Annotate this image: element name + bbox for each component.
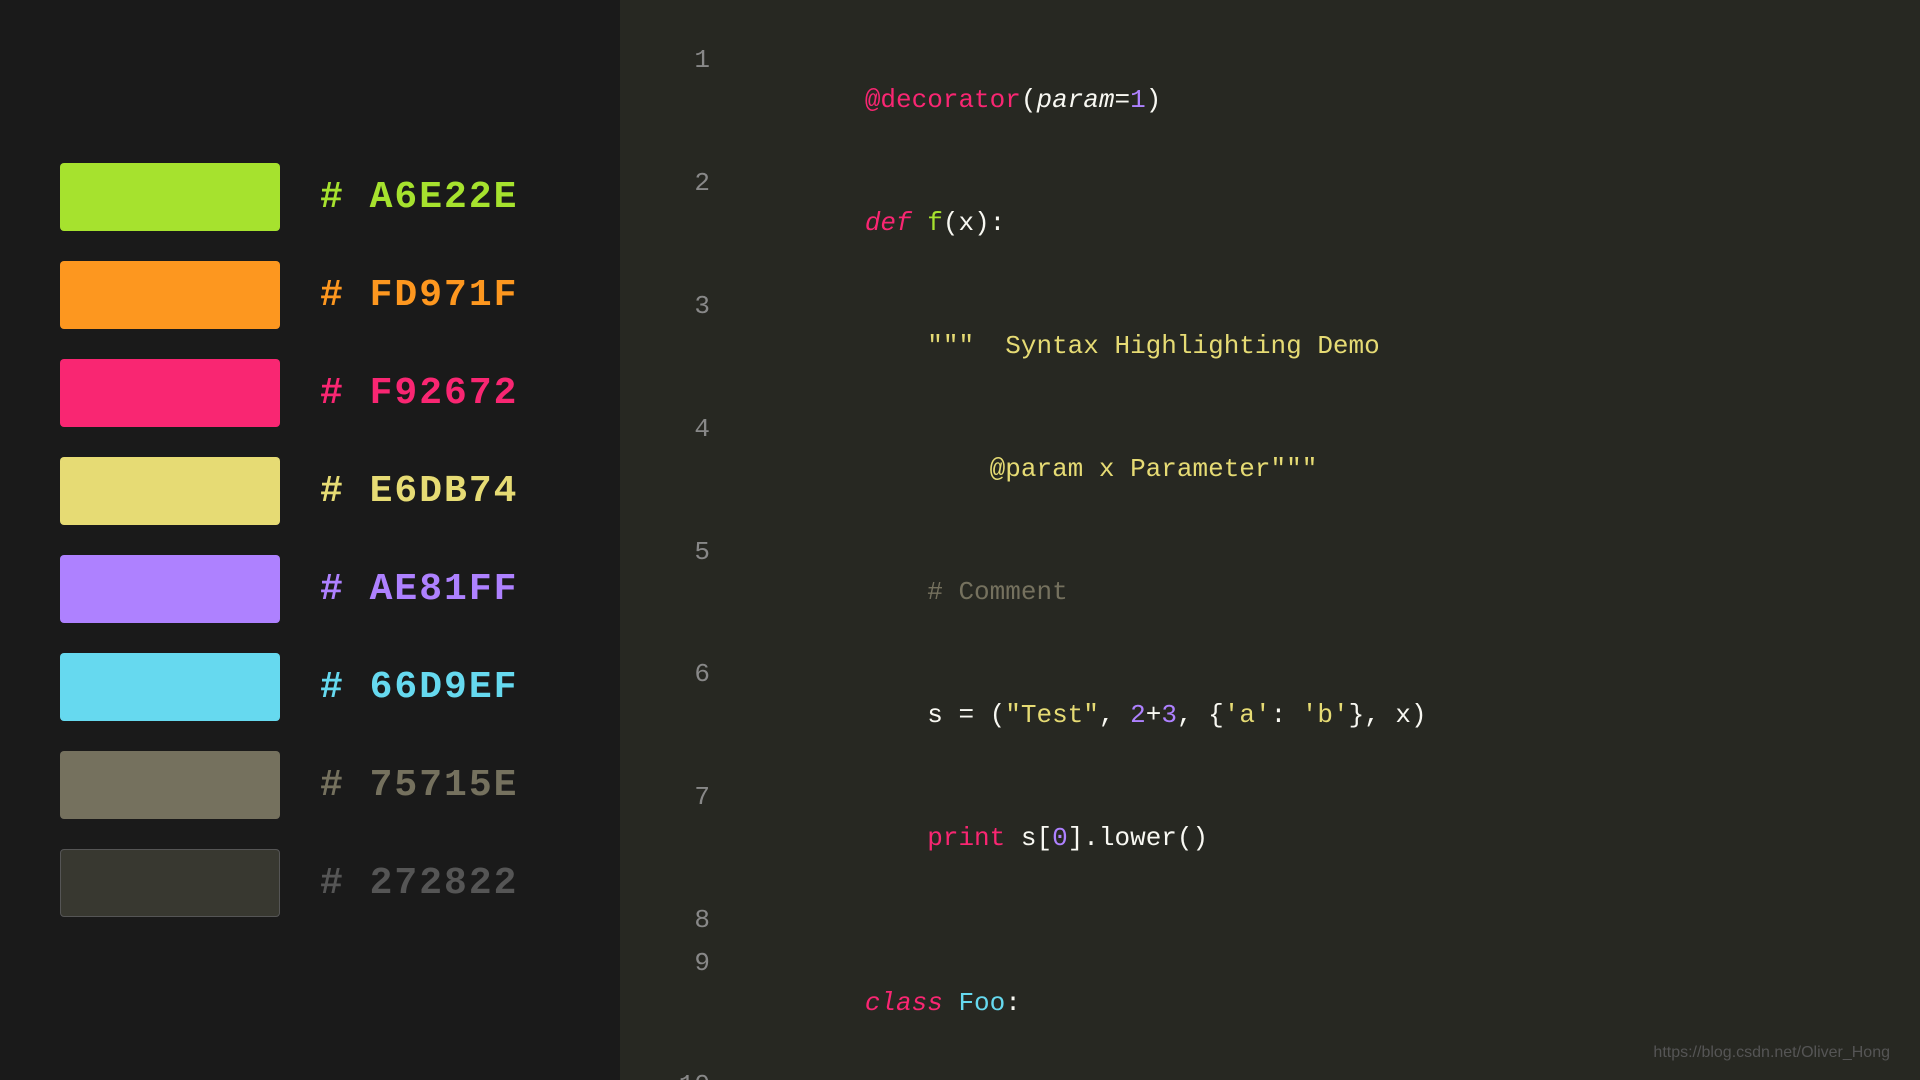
line-number-3: 3 (670, 286, 710, 326)
line-number-5: 5 (670, 532, 710, 572)
swatch-a6e22e (60, 163, 280, 231)
line-content-1: @decorator(param=1) (740, 40, 1161, 161)
line-number-6: 6 (670, 654, 710, 694)
line-number-9: 9 (670, 943, 710, 983)
code-line-6: 6 s = ("Test", 2+3, {'a': 'b'}, x) (670, 654, 1870, 775)
label-66d9ef: # 66D9EF (320, 666, 518, 709)
color-row-7: # 75715E (60, 751, 560, 819)
code-editor-panel: 1 @decorator(param=1) 2 def f(x): 3 """ … (620, 0, 1920, 1080)
line-content-5: # Comment (740, 532, 1068, 653)
line-content-7: print s[0].lower() (740, 777, 1208, 898)
label-a6e22e: # A6E22E (320, 176, 518, 219)
label-fd971f: # FD971F (320, 274, 518, 317)
swatch-e6db74 (60, 457, 280, 525)
swatch-f92672 (60, 359, 280, 427)
line-content-3: """ Syntax Highlighting Demo (740, 286, 1380, 407)
label-75715e: # 75715E (320, 764, 518, 807)
code-line-7: 7 print s[0].lower() (670, 777, 1870, 898)
label-e6db74: # E6DB74 (320, 470, 518, 513)
color-row-2: # FD971F (60, 261, 560, 329)
line-content-4: @param x Parameter""" (740, 409, 1317, 530)
line-content-2: def f(x): (740, 163, 1005, 284)
code-line-2: 2 def f(x): (670, 163, 1870, 284)
label-272822: # 272822 (320, 862, 518, 905)
line-content-9: class Foo: (740, 943, 1021, 1064)
code-line-10: 10 def __init__(self): (670, 1065, 1870, 1080)
line-number-7: 7 (670, 777, 710, 817)
color-palette-panel: # A6E22E # FD971F # F92672 # E6DB74 # AE… (0, 0, 620, 1080)
line-content-10: def __init__(self): (740, 1065, 1224, 1080)
label-ae81ff: # AE81FF (320, 568, 518, 611)
swatch-fd971f (60, 261, 280, 329)
code-line-5: 5 # Comment (670, 532, 1870, 653)
line-number-10: 10 (670, 1065, 710, 1080)
watermark: https://blog.csdn.net/Oliver_Hong (1653, 1044, 1890, 1062)
swatch-272822 (60, 849, 280, 917)
code-line-3: 3 """ Syntax Highlighting Demo (670, 286, 1870, 407)
line-number-1: 1 (670, 40, 710, 80)
line-number-8: 8 (670, 900, 710, 940)
color-row-5: # AE81FF (60, 555, 560, 623)
color-row-3: # F92672 (60, 359, 560, 427)
code-block: 1 @decorator(param=1) 2 def f(x): 3 """ … (670, 40, 1870, 1080)
color-row-6: # 66D9EF (60, 653, 560, 721)
color-row-1: # A6E22E (60, 163, 560, 231)
color-row-4: # E6DB74 (60, 457, 560, 525)
line-content-6: s = ("Test", 2+3, {'a': 'b'}, x) (740, 654, 1427, 775)
swatch-ae81ff (60, 555, 280, 623)
line-number-4: 4 (670, 409, 710, 449)
color-row-8: # 272822 (60, 849, 560, 917)
code-line-4: 4 @param x Parameter""" (670, 409, 1870, 530)
swatch-66d9ef (60, 653, 280, 721)
code-line-1: 1 @decorator(param=1) (670, 40, 1870, 161)
line-content-8 (740, 900, 756, 940)
line-number-2: 2 (670, 163, 710, 203)
code-line-8: 8 (670, 900, 1870, 940)
swatch-75715e (60, 751, 280, 819)
label-f92672: # F92672 (320, 372, 518, 415)
